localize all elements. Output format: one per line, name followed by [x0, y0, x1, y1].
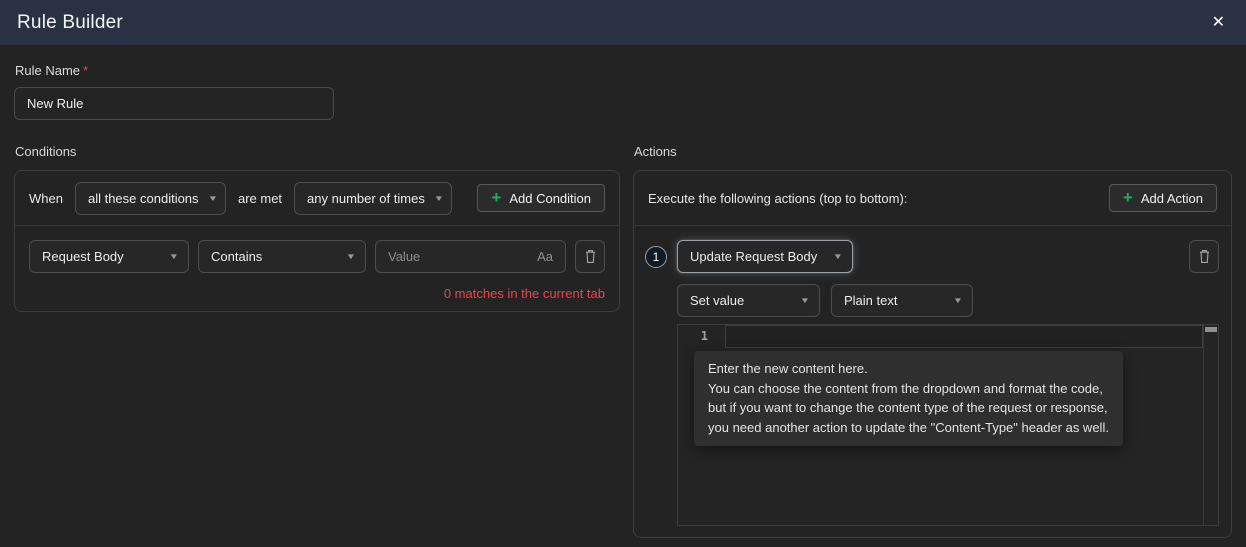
- content-code-editor[interactable]: 1 Enter the new content here. You can ch…: [677, 324, 1219, 526]
- condition-frequency-dropdown[interactable]: any number of times ▼: [294, 182, 452, 215]
- close-icon[interactable]: ✕: [1208, 13, 1229, 33]
- chevron-down-icon: ▼: [434, 194, 444, 203]
- actions-panel-header: Execute the following actions (top to bo…: [634, 171, 1231, 226]
- condition-field-dropdown[interactable]: Request Body ▼: [29, 240, 189, 273]
- action-row: 1 Update Request Body ▼: [634, 226, 1231, 273]
- actions-panel: Execute the following actions (top to bo…: [633, 170, 1232, 538]
- when-label: When: [29, 191, 63, 206]
- action-mode-dropdown[interactable]: Set value ▼: [677, 284, 820, 317]
- conditions-section-label: Conditions: [15, 144, 620, 159]
- rule-name-label: Rule Name*: [15, 63, 1232, 78]
- conditions-panel-header: When all these conditions ▼ are met any …: [15, 171, 619, 226]
- modal-header: Rule Builder ✕: [0, 0, 1246, 45]
- action-type-value: Update Request Body: [690, 249, 817, 264]
- condition-frequency-value: any number of times: [307, 191, 425, 206]
- add-condition-label: Add Condition: [509, 191, 591, 206]
- add-condition-button[interactable]: + Add Condition: [477, 184, 605, 212]
- condition-value-placeholder: Value: [388, 249, 420, 264]
- plus-icon: +: [491, 189, 501, 206]
- chevron-down-icon: ▼: [953, 296, 963, 305]
- delete-action-button[interactable]: [1189, 240, 1219, 273]
- chevron-down-icon: ▼: [207, 194, 217, 203]
- editor-hint-tooltip: Enter the new content here. You can choo…: [694, 351, 1123, 446]
- modal-body: Rule Name* Conditions When all these con…: [0, 45, 1246, 538]
- rule-builder-modal: Rule Builder ✕ Rule Name* Conditions Whe…: [0, 0, 1246, 547]
- chevron-down-icon: ▼: [833, 252, 843, 261]
- action-format-dropdown[interactable]: Plain text ▼: [831, 284, 973, 317]
- case-sensitivity-toggle[interactable]: Aa: [537, 249, 553, 264]
- matches-status-text: 0 matches in the current tab: [15, 273, 619, 301]
- trash-icon: [1198, 249, 1211, 264]
- tooltip-line: but if you want to change the content ty…: [708, 398, 1109, 418]
- tooltip-line: you need another action to update the "C…: [708, 418, 1109, 438]
- add-action-label: Add Action: [1141, 191, 1203, 206]
- action-format-value: Plain text: [844, 293, 897, 308]
- condition-match-type-dropdown[interactable]: all these conditions ▼: [75, 182, 226, 215]
- plus-icon: +: [1123, 189, 1133, 206]
- editor-line-number: 1: [678, 325, 708, 347]
- actions-section-label: Actions: [634, 144, 1232, 159]
- rule-name-input[interactable]: [14, 87, 334, 120]
- page-title: Rule Builder: [17, 12, 123, 34]
- action-config-row: Set value ▼ Plain text ▼: [634, 273, 1231, 317]
- editor-scrollbar-thumb[interactable]: [1205, 327, 1217, 332]
- chevron-down-icon: ▼: [800, 296, 810, 305]
- trash-icon: [584, 249, 597, 264]
- condition-value-input[interactable]: Value Aa: [375, 240, 566, 273]
- required-asterisk: *: [83, 63, 88, 78]
- tooltip-line: You can choose the content from the drop…: [708, 379, 1109, 399]
- condition-match-type-value: all these conditions: [88, 191, 199, 206]
- editor-active-line: [725, 325, 1203, 348]
- action-index-badge: 1: [645, 246, 667, 268]
- chevron-down-icon: ▼: [169, 252, 179, 261]
- condition-operator-dropdown[interactable]: Contains ▼: [198, 240, 366, 273]
- rule-name-label-text: Rule Name: [15, 63, 80, 78]
- action-type-dropdown[interactable]: Update Request Body ▼: [677, 240, 853, 273]
- add-action-button[interactable]: + Add Action: [1109, 184, 1217, 212]
- condition-row: Request Body ▼ Contains ▼ Value Aa: [15, 226, 619, 273]
- are-met-label: are met: [238, 191, 282, 206]
- action-mode-value: Set value: [690, 293, 744, 308]
- condition-field-value: Request Body: [42, 249, 124, 264]
- delete-condition-button[interactable]: [575, 240, 605, 273]
- editor-scrollbar[interactable]: [1203, 325, 1218, 525]
- tooltip-line: Enter the new content here.: [708, 359, 1109, 379]
- chevron-down-icon: ▼: [346, 252, 356, 261]
- actions-header-text: Execute the following actions (top to bo…: [648, 191, 907, 206]
- conditions-panel: When all these conditions ▼ are met any …: [14, 170, 620, 312]
- condition-operator-value: Contains: [211, 249, 262, 264]
